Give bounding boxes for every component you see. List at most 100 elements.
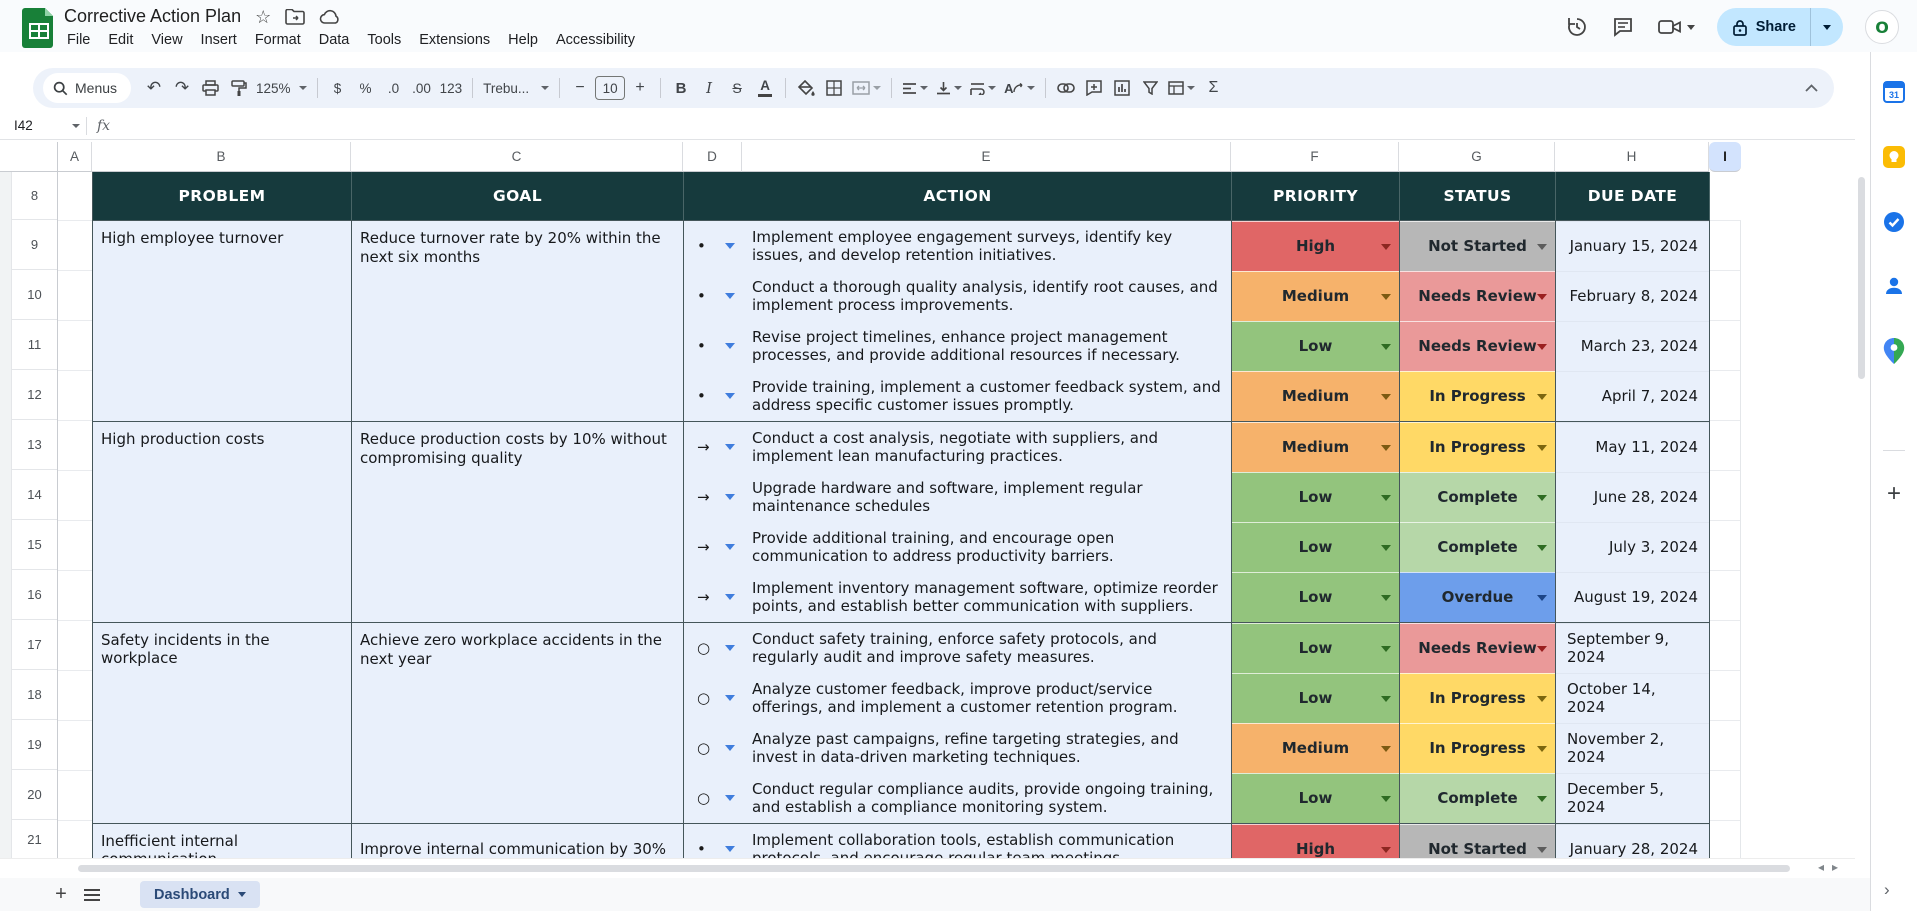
action-cell[interactable]: Conduct regular compliance audits, provi… [743, 773, 1232, 823]
menu-accessibility[interactable]: Accessibility [547, 30, 644, 50]
sheet-tab-menu-icon[interactable] [237, 892, 246, 897]
tasks-icon[interactable] [1882, 210, 1906, 234]
column-header-h[interactable]: H [1555, 142, 1709, 172]
dropdown-arrow-icon[interactable] [1537, 243, 1547, 250]
row-header-13[interactable]: 13 [12, 420, 57, 470]
account-avatar[interactable]: O [1865, 10, 1899, 44]
menu-edit[interactable]: Edit [99, 30, 142, 50]
row-header-21[interactable]: 21 [12, 820, 57, 858]
action-cell[interactable]: Provide training, implement a customer f… [743, 371, 1232, 421]
due-date-cell[interactable]: August 19, 2024 [1556, 572, 1710, 622]
redo-button[interactable]: ↷ [169, 74, 195, 102]
due-date-cell[interactable]: December 5, 2024 [1556, 773, 1710, 823]
status-cell[interactable]: In Progress [1400, 422, 1556, 472]
bullet-cell[interactable]: ○ [684, 673, 743, 723]
dropdown-arrow-icon[interactable] [1537, 795, 1547, 802]
status-cell[interactable]: In Progress [1400, 371, 1556, 421]
functions-button[interactable]: Σ [1200, 74, 1226, 102]
dropdown-arrow-icon[interactable] [725, 695, 735, 701]
menu-data[interactable]: Data [310, 30, 359, 50]
header-problem[interactable]: PROBLEM [93, 172, 352, 220]
due-date-cell[interactable]: January 15, 2024 [1556, 221, 1710, 271]
priority-cell[interactable]: Low [1232, 773, 1400, 823]
dropdown-arrow-icon[interactable] [1381, 293, 1391, 300]
bullet-cell[interactable]: • [684, 271, 743, 321]
priority-cell[interactable]: Medium [1232, 371, 1400, 421]
column-header-b[interactable]: B [92, 142, 351, 172]
action-cell[interactable]: Conduct safety training, enforce safety … [743, 623, 1232, 673]
bullet-cell[interactable]: • [684, 824, 743, 858]
show-side-panel-chevron[interactable]: › [1884, 880, 1890, 900]
row-header-18[interactable]: 18 [12, 670, 57, 720]
goal-cell[interactable]: Reduce production costs by 10% without c… [352, 422, 684, 622]
horizontal-scrollbar-thumb[interactable] [78, 865, 1790, 872]
priority-cell[interactable]: Low [1232, 623, 1400, 673]
create-filter-button[interactable] [1137, 74, 1163, 102]
due-date-cell[interactable]: September 9, 2024 [1556, 623, 1710, 673]
menu-view[interactable]: View [142, 30, 191, 50]
action-cell[interactable]: Analyze customer feedback, improve produ… [743, 673, 1232, 723]
dropdown-arrow-icon[interactable] [1537, 293, 1547, 300]
action-cell[interactable]: Conduct a thorough quality analysis, ide… [743, 271, 1232, 321]
bullet-cell[interactable]: • [684, 321, 743, 371]
add-sheet-button[interactable]: + [46, 883, 76, 906]
dropdown-arrow-icon[interactable] [1381, 444, 1391, 451]
menu-format[interactable]: Format [246, 30, 310, 50]
strikethrough-button[interactable]: S [724, 74, 750, 102]
action-cell[interactable]: Implement inventory management software,… [743, 572, 1232, 622]
bullet-cell[interactable]: → [684, 572, 743, 622]
menu-extensions[interactable]: Extensions [410, 30, 499, 50]
bullet-cell[interactable]: • [684, 221, 743, 271]
bullet-cell[interactable]: → [684, 422, 743, 472]
bullet-cell[interactable]: ○ [684, 773, 743, 823]
goal-cell[interactable]: Reduce turnover rate by 20% within the n… [352, 221, 684, 421]
dropdown-arrow-icon[interactable] [1381, 745, 1391, 752]
version-history-icon[interactable] [1565, 15, 1589, 39]
menu-file[interactable]: File [58, 30, 99, 50]
row-header-9[interactable]: 9 [12, 220, 57, 270]
priority-cell[interactable]: Low [1232, 673, 1400, 723]
dropdown-arrow-icon[interactable] [1537, 745, 1547, 752]
font-select[interactable]: Trebu... [480, 74, 552, 102]
due-date-cell[interactable]: March 23, 2024 [1556, 321, 1710, 371]
calendar-icon[interactable]: 31 [1882, 80, 1906, 104]
insert-chart-button[interactable] [1109, 74, 1135, 102]
print-button[interactable] [197, 74, 223, 102]
paint-format-button[interactable] [225, 74, 251, 102]
dropdown-arrow-icon[interactable] [1537, 594, 1547, 601]
move-folder-icon[interactable] [285, 8, 306, 25]
fill-color-button[interactable] [793, 74, 819, 102]
horizontal-scrollbar[interactable] [0, 858, 1855, 878]
font-size-input[interactable]: 10 [595, 76, 626, 100]
table-views-button[interactable] [1165, 74, 1198, 102]
format-currency-button[interactable]: $ [325, 74, 351, 102]
undo-button[interactable]: ↶ [141, 74, 167, 102]
header-goal[interactable]: GOAL [352, 172, 684, 220]
menus-search-button[interactable]: Menus [43, 73, 132, 103]
status-cell[interactable]: Complete [1400, 773, 1556, 823]
scroll-right-arrow-icon[interactable]: ▸ [1832, 860, 1838, 874]
priority-cell[interactable]: Low [1232, 572, 1400, 622]
vertical-scrollbar-thumb[interactable] [1858, 177, 1865, 379]
priority-cell[interactable]: Medium [1232, 422, 1400, 472]
problem-cell[interactable]: Safety incidents in the workplace [93, 623, 352, 823]
column-header-c[interactable]: C [351, 142, 683, 172]
column-header-g[interactable]: G [1399, 142, 1555, 172]
vertical-scrollbar[interactable] [1856, 142, 1866, 858]
column-header-i-selected[interactable]: I [1709, 142, 1741, 172]
row-header-10[interactable]: 10 [12, 270, 57, 320]
priority-cell[interactable]: High [1232, 221, 1400, 271]
dropdown-arrow-icon[interactable] [725, 444, 735, 450]
dropdown-arrow-icon[interactable] [725, 343, 735, 349]
priority-cell[interactable]: Medium [1232, 271, 1400, 321]
action-cell[interactable]: Revise project timelines, enhance projec… [743, 321, 1232, 371]
header-due-date[interactable]: DUE DATE [1556, 172, 1710, 220]
dropdown-arrow-icon[interactable] [1537, 393, 1547, 400]
horizontal-align-button[interactable] [899, 74, 931, 102]
dropdown-arrow-icon[interactable] [725, 846, 735, 852]
due-date-cell[interactable]: April 7, 2024 [1556, 371, 1710, 421]
row-header-8[interactable]: 8 [12, 172, 57, 220]
row-header-11[interactable]: 11 [12, 320, 57, 370]
goal-cell[interactable]: Improve internal communication by 30% [352, 824, 684, 858]
header-priority[interactable]: PRIORITY [1232, 172, 1400, 220]
